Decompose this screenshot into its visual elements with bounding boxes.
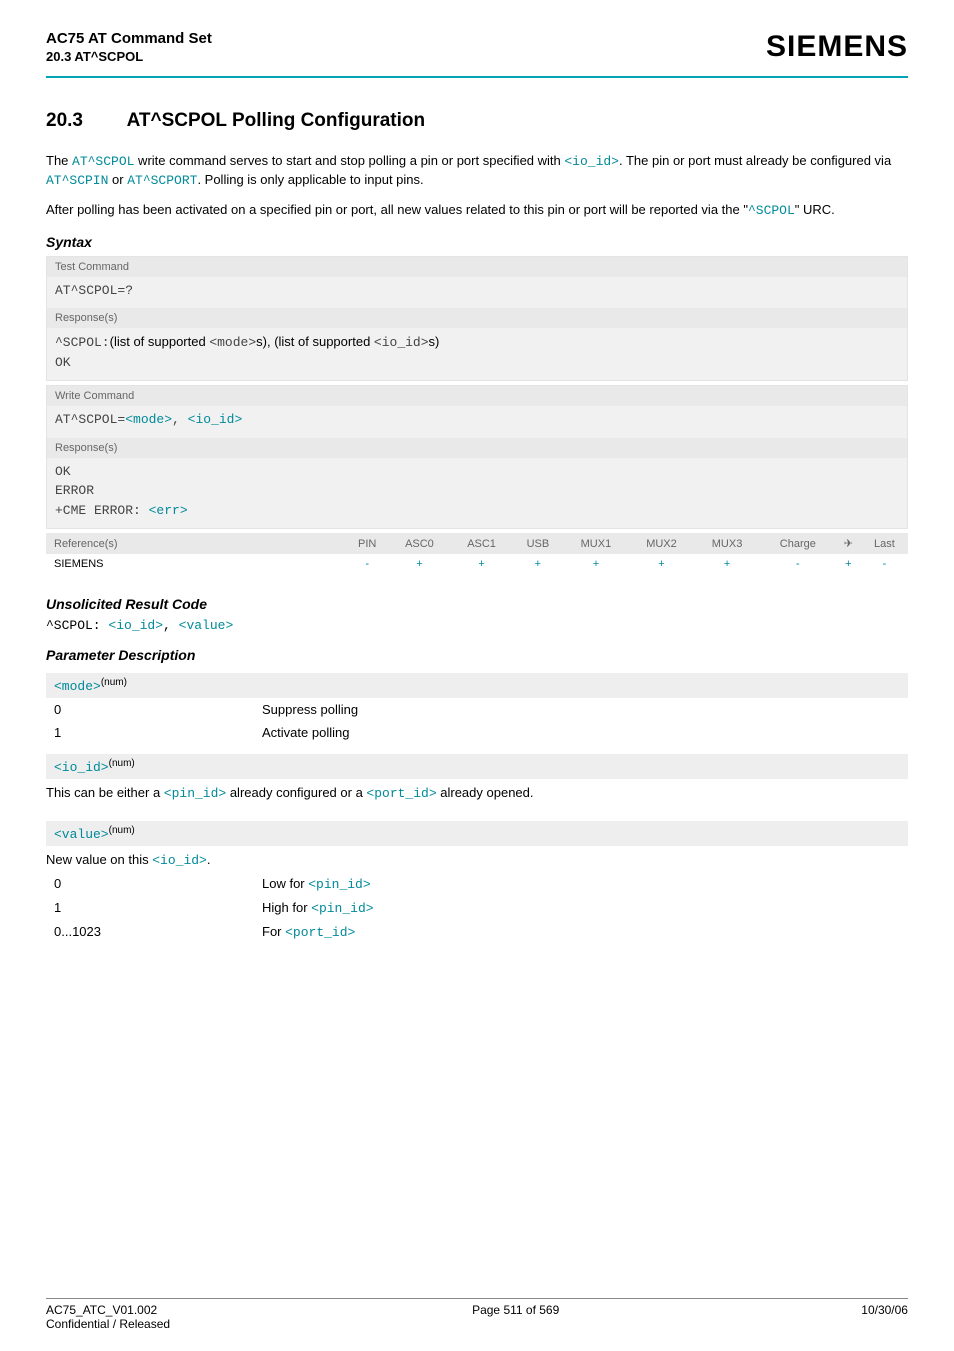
brand-logo: SIEMENS (766, 30, 908, 64)
link-mode[interactable]: <mode> (209, 335, 256, 350)
doc-subtitle: 20.3 AT^SCPOL (46, 49, 212, 64)
ref-row-label: SIEMENS (46, 554, 346, 574)
link-atscpin[interactable]: AT^SCPIN (46, 173, 108, 188)
col-charge: Charge (760, 533, 836, 554)
link-scpol-urc[interactable]: ^SCPOL (748, 203, 795, 218)
test-command-text: AT^SCPOL=? (55, 281, 899, 301)
urc-heading: Unsolicited Result Code (46, 596, 908, 612)
col-asc1: ASC1 (451, 533, 513, 554)
param-mode-name: <mode> (54, 679, 101, 694)
write-command-bar: Write Command (47, 386, 907, 406)
link-portid[interactable]: <port_id> (285, 925, 355, 940)
link-ioid[interactable]: <io_id> (152, 853, 207, 868)
table-row: SIEMENS - + + + + + + - + - (46, 554, 908, 574)
ref-head-label: Reference(s) (46, 533, 346, 554)
link-atscpol[interactable]: AT^SCPOL (72, 154, 134, 169)
link-value[interactable]: <value> (179, 618, 234, 633)
col-mux3: MUX3 (694, 533, 760, 554)
footer-right: 10/30/06 (861, 1303, 908, 1331)
intro-p2: After polling has been activated on a sp… (46, 201, 908, 220)
param-ioid-name: <io_id> (54, 760, 109, 775)
link-pinid[interactable]: <pin_id> (308, 877, 370, 892)
test-ok: OK (55, 353, 899, 373)
intro-p1: The AT^SCPOL write command serves to sta… (46, 152, 908, 189)
urc-line: ^SCPOL: <io_id>, <value> (46, 618, 908, 633)
link-pinid[interactable]: <pin_id> (311, 901, 373, 916)
link-ioid[interactable]: <io_id> (374, 335, 429, 350)
param-desc-heading: Parameter Description (46, 647, 908, 663)
link-mode[interactable]: <mode> (125, 412, 172, 427)
link-ioid[interactable]: <io_id> (108, 618, 163, 633)
param-mode-sup: (num) (101, 677, 127, 688)
param-ioid-head: <io_id>(num) (46, 754, 908, 779)
link-pinid[interactable]: <pin_id> (164, 786, 226, 801)
col-last: Last (861, 533, 908, 554)
test-response-bar: Response(s) (47, 308, 907, 328)
write-error: ERROR (55, 481, 899, 501)
test-command-bar: Test Command (47, 257, 907, 277)
footer-center: Page 511 of 569 (472, 1303, 559, 1331)
reference-table: Reference(s) PIN ASC0 ASC1 USB MUX1 MUX2… (46, 533, 908, 574)
page-header: AC75 AT Command Set 20.3 AT^SCPOL SIEMEN… (46, 30, 908, 72)
param-value-name: <value> (54, 827, 109, 842)
test-response-line: ^SCPOL:(list of supported <mode>s), (lis… (55, 332, 899, 353)
syntax-heading: Syntax (46, 234, 908, 250)
link-err[interactable]: <err> (149, 503, 188, 518)
link-ioid[interactable]: <io_id> (188, 412, 243, 427)
col-pin: PIN (346, 533, 388, 554)
param-value-row0: 0 Low for <pin_id> (46, 872, 908, 896)
footer-left: AC75_ATC_V01.002 Confidential / Released (46, 1303, 170, 1331)
col-mux2: MUX2 (629, 533, 695, 554)
page-footer: AC75_ATC_V01.002 Confidential / Released… (46, 1298, 908, 1331)
param-mode-head: <mode>(num) (46, 673, 908, 698)
write-cme-error: +CME ERROR: <err> (55, 501, 899, 521)
header-left: AC75 AT Command Set 20.3 AT^SCPOL (46, 30, 212, 64)
param-value-row2: 0...1023 For <port_id> (46, 920, 908, 944)
link-atscport[interactable]: AT^SCPORT (127, 173, 197, 188)
col-asc0: ASC0 (388, 533, 450, 554)
param-value-sup: (num) (109, 825, 135, 836)
col-airplane-icon: ✈ (836, 533, 861, 554)
write-response-bar: Response(s) (47, 438, 907, 458)
param-value-desc: New value on this <io_id>. (46, 846, 908, 872)
col-mux1: MUX1 (563, 533, 629, 554)
doc-title: AC75 AT Command Set (46, 30, 212, 47)
section-number: 20.3 (46, 110, 122, 132)
write-command-text: AT^SCPOL=<mode>, <io_id> (55, 410, 899, 430)
link-ioid[interactable]: <io_id> (564, 154, 619, 169)
section-title: AT^SCPOL Polling Configuration (127, 110, 426, 131)
param-mode-row1: 1 Activate polling (46, 721, 908, 744)
write-ok: OK (55, 462, 899, 482)
param-value-head: <value>(num) (46, 821, 908, 846)
section-heading: 20.3 AT^SCPOL Polling Configuration (46, 110, 908, 132)
param-ioid-sup: (num) (109, 758, 135, 769)
param-ioid-desc: This can be either a <pin_id> already co… (46, 779, 908, 805)
link-portid[interactable]: <port_id> (366, 786, 436, 801)
param-value-row1: 1 High for <pin_id> (46, 896, 908, 920)
test-command-box: Test Command AT^SCPOL=? Response(s) ^SCP… (46, 256, 908, 382)
write-command-box: Write Command AT^SCPOL=<mode>, <io_id> R… (46, 385, 908, 529)
param-mode-row0: 0 Suppress polling (46, 698, 908, 721)
header-rule (46, 76, 908, 78)
footer-rule (46, 1298, 908, 1299)
col-usb: USB (513, 533, 564, 554)
